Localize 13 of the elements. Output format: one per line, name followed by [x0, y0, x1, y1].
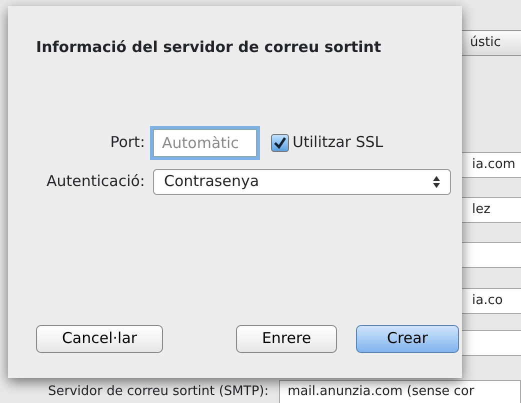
ssl-label: Utilitzar SSL	[292, 132, 384, 154]
port-label: Port:	[109, 132, 146, 154]
stepper-arrows-icon	[433, 176, 440, 188]
authentication-label: Autenticació:	[45, 171, 146, 192]
create-button[interactable]: Crear	[356, 324, 459, 352]
dialog-button[interactable]: Cancel·lar	[36, 324, 163, 352]
dialog-title: Informació del servidor de correu sortint	[36, 37, 382, 58]
smtp-label: Servidor de correu sortint (SMTP):	[48, 383, 269, 401]
port-field[interactable]: Automàtic	[153, 128, 257, 156]
dialog-button[interactable]: Enrere	[236, 324, 337, 352]
authentication-select[interactable]: Contrasenya	[153, 168, 451, 194]
smtp-field[interactable]: mail.anunzia.com (sense cor	[278, 380, 521, 403]
ssl-checkbox[interactable]	[271, 134, 289, 152]
